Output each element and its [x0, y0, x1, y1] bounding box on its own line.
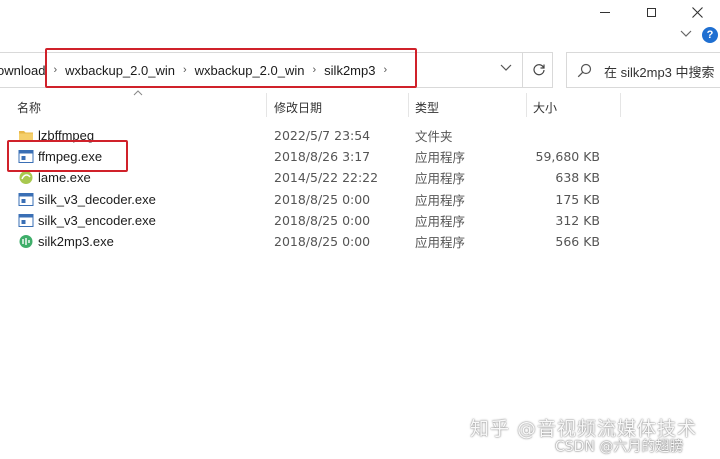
exe-window-icon	[18, 214, 34, 227]
file-type: 应用程序	[415, 235, 466, 250]
column-divider[interactable]	[526, 93, 527, 117]
file-type: 应用程序	[415, 171, 466, 186]
search-input[interactable]: 在 silk2mp3 中搜索	[604, 62, 715, 81]
close-button[interactable]	[674, 0, 720, 24]
file-type: 应用程序	[415, 150, 466, 165]
address-dropdown-icon[interactable]	[500, 64, 512, 72]
file-type: 文件夹	[415, 129, 453, 144]
file-date: 2018/8/25 0:00	[274, 192, 371, 207]
sort-up-icon	[133, 90, 143, 96]
file-date: 2014/5/22 22:22	[274, 170, 379, 185]
title-bar	[0, 0, 720, 24]
maximize-button[interactable]	[628, 0, 674, 24]
help-button[interactable]: ?	[702, 27, 718, 43]
search-box[interactable]: 在 silk2mp3 中搜索	[566, 52, 720, 88]
file-date: 2018/8/25 0:00	[274, 234, 371, 249]
chevron-down-icon[interactable]	[680, 30, 692, 38]
file-type: 应用程序	[415, 193, 466, 208]
maximize-icon	[646, 7, 656, 17]
file-name[interactable]: silk_v3_decoder.exe	[38, 189, 156, 210]
column-header-date[interactable]: 修改日期	[274, 96, 322, 118]
breadcrumb-download[interactable]: ownload	[0, 63, 48, 78]
breadcrumb-highlight-box	[45, 48, 417, 88]
ribbon-bar	[0, 24, 720, 46]
close-icon	[691, 6, 703, 18]
file-size: 566 KB	[555, 234, 600, 249]
file-date: 2018/8/25 0:00	[274, 213, 371, 228]
file-size	[530, 125, 600, 146]
exe-window-icon	[18, 193, 34, 206]
file-name[interactable]: silk_v3_encoder.exe	[38, 210, 156, 231]
file-date: 2018/8/26 3:17	[274, 149, 371, 164]
file-row[interactable]: silk2mp3.exe 2018/8/25 0:00 应用程序 566 KB	[0, 231, 620, 252]
refresh-button[interactable]	[522, 53, 554, 87]
file-size: 175 KB	[555, 192, 600, 207]
file-size: 638 KB	[555, 170, 600, 185]
minimize-icon	[600, 11, 610, 13]
lame-app-icon	[19, 171, 33, 184]
column-header-size[interactable]: 大小	[533, 96, 557, 118]
file-row[interactable]: silk_v3_decoder.exe 2018/8/25 0:00 应用程序 …	[0, 189, 620, 210]
refresh-icon	[532, 64, 545, 76]
column-divider[interactable]	[408, 93, 409, 117]
file-date: 2022/5/7 23:54	[274, 128, 371, 143]
file-size: 312 KB	[555, 213, 600, 228]
csdn-watermark: CSDN @六月的翅膀	[555, 439, 684, 455]
silk2mp3-app-icon	[19, 235, 33, 248]
ffmpeg-highlight-box	[7, 140, 128, 172]
minimize-button[interactable]	[582, 0, 628, 24]
file-row[interactable]: silk_v3_encoder.exe 2018/8/25 0:00 应用程序 …	[0, 210, 620, 231]
search-icon	[577, 63, 592, 78]
column-divider[interactable]	[620, 93, 621, 117]
column-header-name[interactable]: 名称	[17, 96, 41, 118]
file-name[interactable]: silk2mp3.exe	[38, 231, 114, 252]
column-header-type[interactable]: 类型	[415, 96, 439, 118]
file-size: 59,680 KB	[535, 149, 600, 164]
column-divider[interactable]	[266, 93, 267, 117]
file-type: 应用程序	[415, 214, 466, 229]
